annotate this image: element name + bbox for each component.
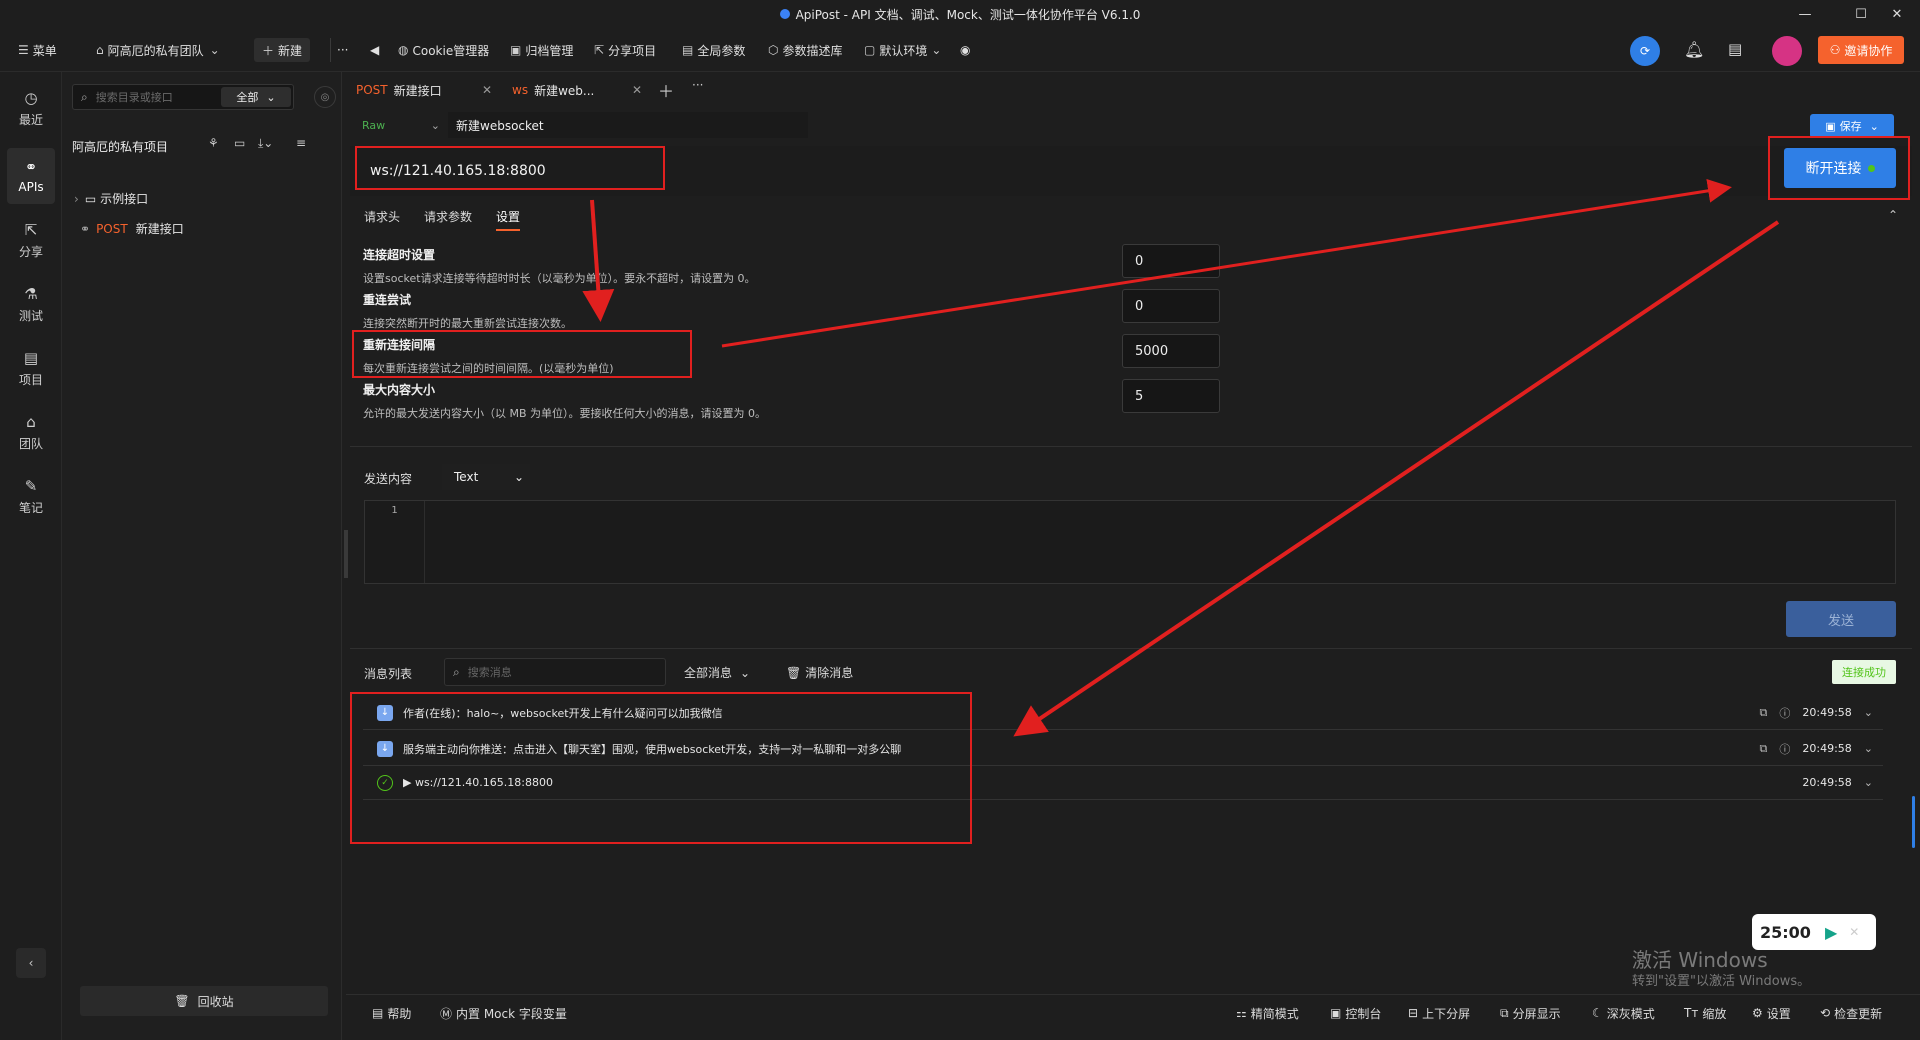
annotation-arrow — [721, 178, 1732, 348]
annotation-arrows — [582, 178, 1780, 737]
annotation-arrow — [1013, 220, 1780, 737]
annotation-arrow — [582, 199, 615, 322]
